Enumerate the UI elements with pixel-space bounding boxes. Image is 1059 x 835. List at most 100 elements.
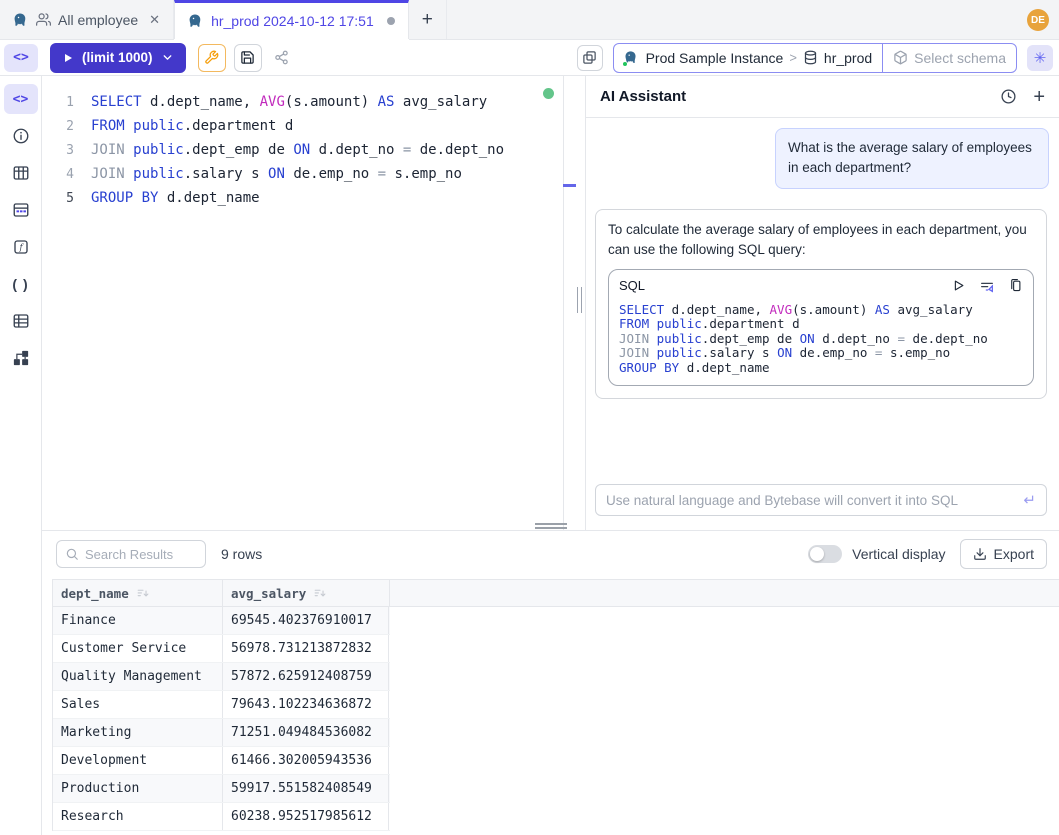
run-label: (limit 1000) [82,50,153,65]
close-icon[interactable]: ✕ [149,12,160,28]
sql-token: .salary s [184,166,268,182]
horizontal-splitter-grip[interactable] [535,523,567,529]
editor-code-line[interactable]: 2FROM public.department d [42,114,563,138]
result-cell[interactable]: Customer Service [53,635,222,662]
left-sidebar: <> f ( ) [0,76,42,835]
editor-code-line[interactable]: 5GROUP BY d.dept_name [42,186,563,210]
sql-token: .dept_emp de [184,142,294,158]
sql-token: FROM [619,316,649,331]
wrench-icon [204,50,219,65]
format-layout-button[interactable] [577,45,603,71]
result-cell[interactable]: 56978.731213872832 [222,635,389,662]
return-icon[interactable]: ↵ [1023,491,1036,509]
sidebar-item-info[interactable] [4,121,38,151]
sidebar-item-data[interactable] [4,195,38,225]
postgres-icon [188,13,204,29]
sql-token: = [898,331,906,346]
ai-sql-line: SELECT d.dept_name, AVG(s.amount) AS avg… [619,303,1023,318]
sidebar-item-tables[interactable] [4,158,38,188]
share-button[interactable] [268,44,296,72]
export-button[interactable]: Export [960,539,1047,569]
result-row[interactable]: Production59917.551582408549 [53,775,390,803]
code-panel-button[interactable]: <> [4,44,38,72]
result-cell[interactable]: Quality Management [53,663,222,690]
search-results-box[interactable] [56,540,206,568]
result-row[interactable]: Research60238.952517985612 [53,803,390,831]
sql-token: SELECT [619,302,664,317]
natural-language-input[interactable] [606,493,1015,508]
result-cell[interactable]: Development [53,747,222,774]
run-sql-icon[interactable] [951,278,966,293]
result-row[interactable]: Quality Management57872.625912408759 [53,663,390,691]
column-header-dept-name[interactable]: dept_name [52,580,222,606]
tab-hr-prod[interactable]: hr_prod 2024-10-12 17:51 [174,0,409,39]
run-query-button[interactable]: (limit 1000) [50,43,186,73]
schema-diagram-icon [12,349,30,367]
search-icon [65,547,79,561]
ai-assistant-toggle-button[interactable]: ✳ [1027,45,1053,71]
results-table-header: dept_name avg_salary [52,579,1059,607]
sidebar-item-functions[interactable]: f [4,232,38,262]
result-cell[interactable]: 71251.049484536082 [222,719,389,746]
vertical-display-toggle[interactable] [808,545,842,563]
result-cell[interactable]: Sales [53,691,222,718]
sql-editor[interactable]: 1SELECT d.dept_name, AVG(s.amount) AS av… [42,76,564,530]
history-clock-icon[interactable] [1000,88,1017,105]
sql-token: AVG [260,94,285,110]
schema-selector[interactable]: Select schema [882,44,1016,72]
admin-wrench-button[interactable] [198,44,226,72]
new-tab-button[interactable]: + [409,0,447,39]
breadcrumb-separator: > [789,50,797,65]
editor-code-line[interactable]: 1SELECT d.dept_name, AVG(s.amount) AS av… [42,90,563,114]
sort-icon[interactable] [313,587,326,600]
sql-token: GROUP BY [91,190,158,206]
column-header-avg-salary[interactable]: avg_salary [222,580,389,606]
search-results-input[interactable] [85,547,197,562]
sql-token [125,166,133,182]
result-cell[interactable]: 61466.302005943536 [222,747,389,774]
result-row[interactable]: Customer Service56978.731213872832 [53,635,390,663]
sql-token: AS [378,94,395,110]
result-cell[interactable]: Research [53,803,222,830]
instance-database-selector[interactable]: Prod Sample Instance > hr_prod [614,44,883,72]
result-cell[interactable]: 57872.625912408759 [222,663,389,690]
ai-sql-line: GROUP BY d.dept_name [619,361,1023,376]
share-icon [274,50,289,65]
grid-icon [12,312,30,330]
result-cell[interactable]: 79643.102234636872 [222,691,389,718]
column-label: avg_salary [231,586,306,601]
chevron-down-icon[interactable] [161,51,174,64]
result-cell[interactable]: Finance [53,607,222,634]
sidebar-item-worksheet[interactable] [4,306,38,336]
result-row[interactable]: Marketing71251.049484536082 [53,719,390,747]
editor-code-line[interactable]: 3JOIN public.dept_emp de ON d.dept_no = … [42,138,563,162]
vertical-splitter[interactable] [564,76,585,530]
sql-token: .dept_emp de [702,331,800,346]
result-cell[interactable]: 60238.952517985612 [222,803,389,830]
editor-code-line[interactable]: 4JOIN public.salary s ON de.emp_no = s.e… [42,162,563,186]
splitter-grip[interactable] [577,287,582,313]
result-row[interactable]: Development61466.302005943536 [53,747,390,775]
copy-icon[interactable] [1008,278,1023,293]
sql-token: AVG [770,302,793,317]
assistant-message: To calculate the average salary of emplo… [595,209,1047,400]
sql-token: ON [777,345,792,360]
result-cell[interactable]: 69545.402376910017 [222,607,389,634]
insert-into-editor-icon[interactable] [979,278,995,294]
result-cell[interactable]: Marketing [53,719,222,746]
tab-bar: All employee ✕ hr_prod 2024-10-12 17:51 … [0,0,1059,40]
result-row[interactable]: Sales79643.102234636872 [53,691,390,719]
new-chat-button[interactable]: + [1033,87,1045,107]
result-cell[interactable]: Production [53,775,222,802]
result-cell[interactable]: 59917.551582408549 [222,775,389,802]
line-number: 3 [42,143,74,158]
sidebar-item-code-editor[interactable]: <> [4,84,38,114]
save-sheet-button[interactable] [234,44,262,72]
sidebar-item-parentheses[interactable]: ( ) [4,269,38,299]
sort-icon[interactable] [136,587,149,600]
tab-all-employee[interactable]: All employee ✕ [0,0,174,39]
avatar[interactable]: DE [1027,9,1049,31]
sidebar-item-schema-diagram[interactable] [4,343,38,373]
result-row[interactable]: Finance69545.402376910017 [53,607,390,635]
sql-token: .department d [702,316,800,331]
